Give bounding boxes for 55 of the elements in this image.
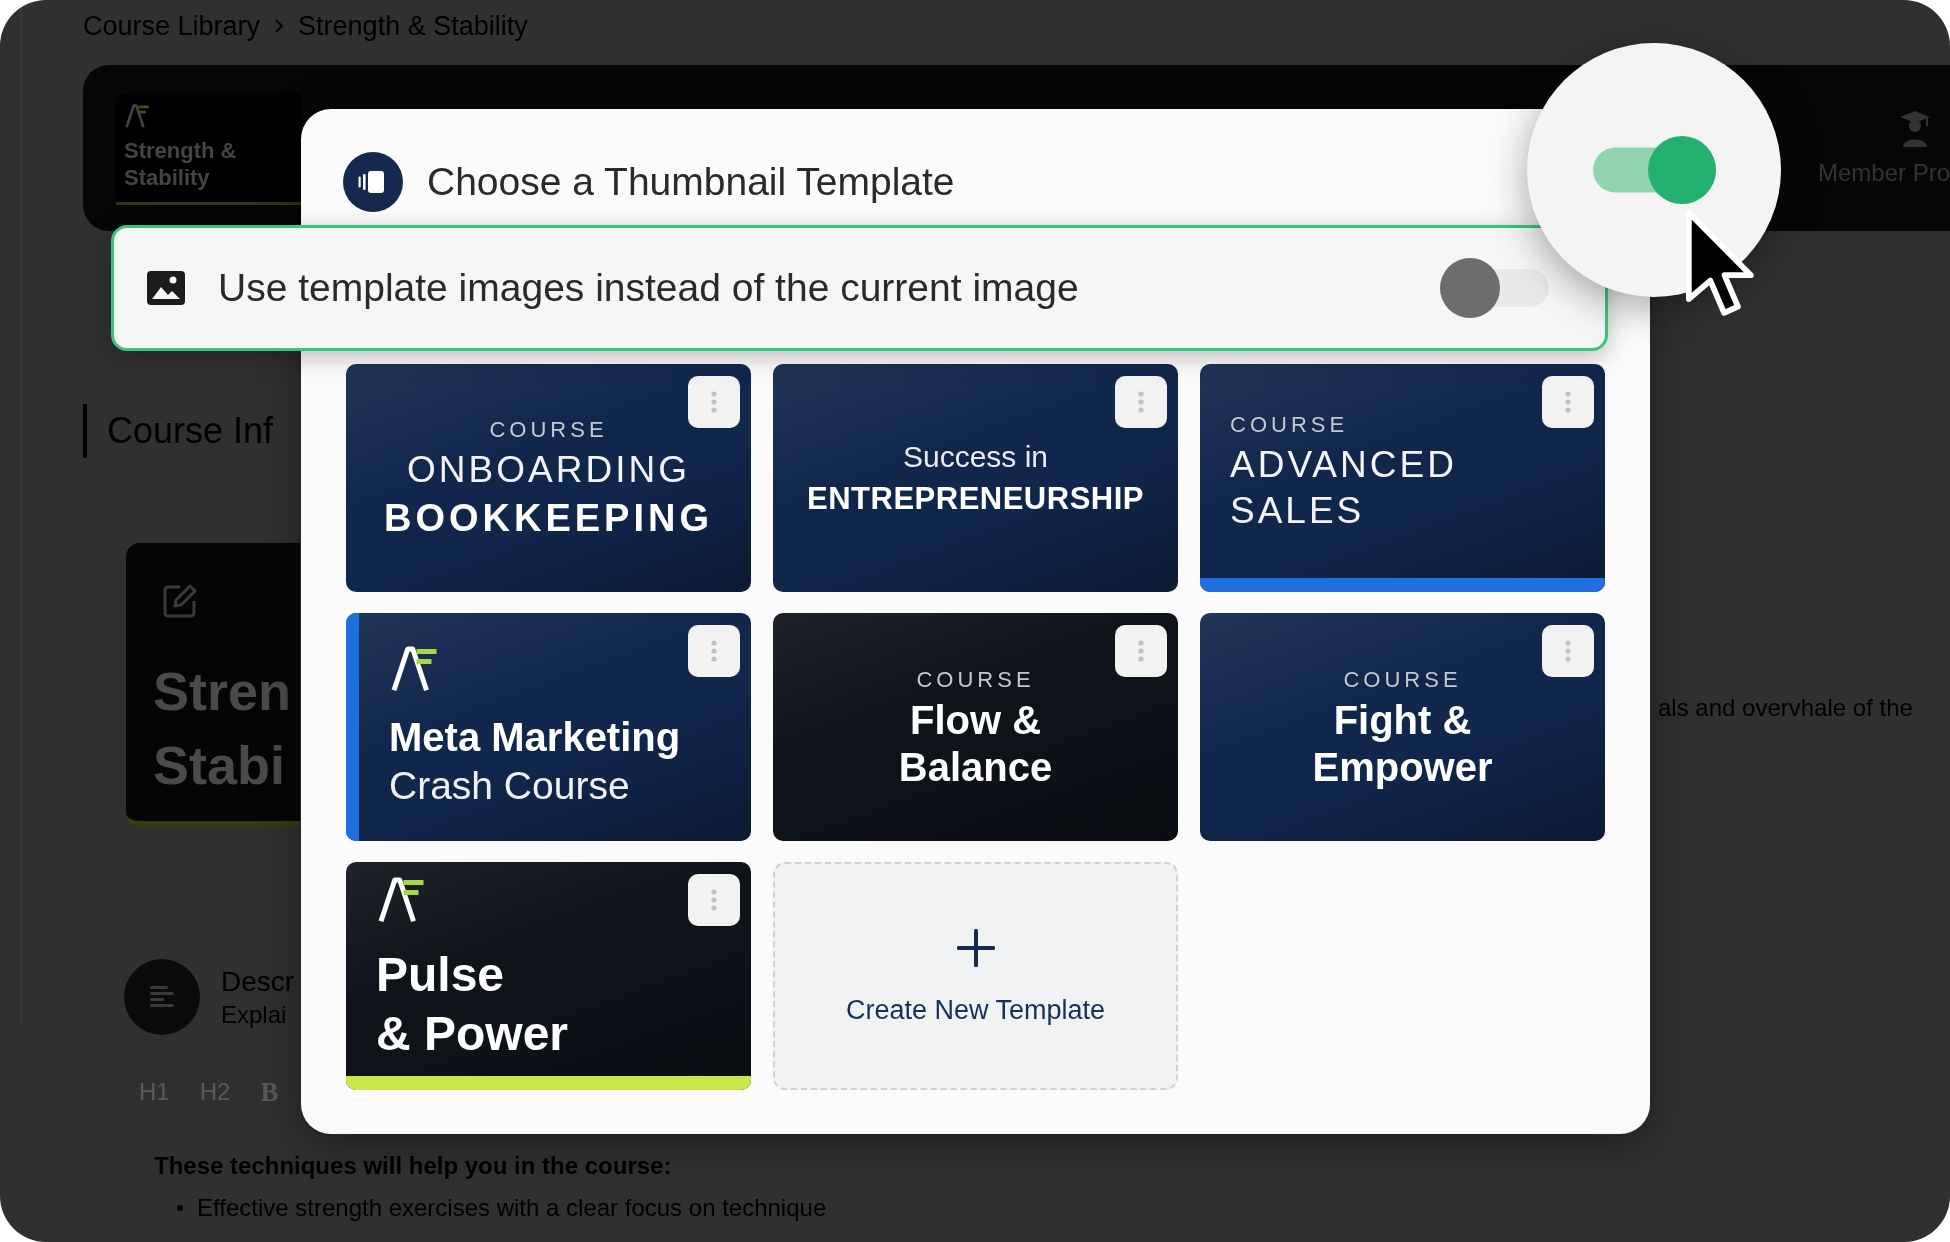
create-template-button[interactable]: Create New Template [773, 862, 1178, 1090]
template-title: BOOKKEEPING [383, 496, 713, 541]
template-card[interactable]: COURSE Fight & Empower [1200, 613, 1605, 841]
template-title: SALES [1230, 489, 1365, 533]
template-card[interactable]: Pulse & Power [346, 862, 751, 1090]
template-eyebrow: COURSE [916, 666, 1035, 694]
more-button[interactable] [1115, 376, 1167, 428]
template-title: Balance [898, 744, 1053, 791]
bullet-icon [177, 1205, 183, 1211]
logo-icon [124, 103, 150, 129]
template-title: ONBOARDING [407, 448, 690, 492]
more-icon [1138, 640, 1144, 662]
template-title: & Power [376, 1006, 569, 1062]
more-button[interactable] [688, 874, 740, 926]
template-title: Empower [1312, 744, 1493, 791]
template-card[interactable]: COURSE Flow & Balance [773, 613, 1178, 841]
text-lines-icon [124, 959, 200, 1035]
more-icon [1565, 640, 1571, 662]
template-card[interactable]: Meta Marketing Crash Course [346, 613, 751, 841]
template-title: Pulse [376, 947, 505, 1003]
template-eyebrow: COURSE [489, 416, 608, 444]
image-icon [146, 268, 186, 308]
more-icon [711, 889, 717, 911]
more-button[interactable] [688, 625, 740, 677]
template-title: Flow & [909, 697, 1042, 744]
template-card[interactable]: COURSE ONBOARDING BOOKKEEPING [346, 364, 751, 592]
template-title: ADVANCED [1230, 443, 1457, 487]
more-button[interactable] [1542, 625, 1594, 677]
thumbnail-title: Stabi [153, 734, 286, 797]
template-title: Fight & [1333, 697, 1472, 744]
thumbnail-title: Stren [153, 660, 292, 723]
more-button[interactable] [1542, 376, 1594, 428]
chevron-right-icon [274, 18, 285, 34]
template-card[interactable]: COURSE ADVANCED SALES [1200, 364, 1605, 592]
more-icon [1138, 391, 1144, 413]
course-card-title: Strength & Stability [124, 137, 238, 191]
template-eyebrow: COURSE [1230, 411, 1349, 439]
template-title: Crash Course [389, 763, 630, 809]
template-eyebrow: COURSE [1343, 666, 1462, 694]
plus-icon [954, 926, 997, 969]
toggle-switch[interactable] [1592, 136, 1716, 204]
more-icon [1565, 391, 1571, 413]
template-title: ENTREPRENEURSHIP [807, 480, 1144, 518]
template-card[interactable]: Success in ENTREPRENEURSHIP [773, 364, 1178, 592]
more-button[interactable] [688, 376, 740, 428]
graduate-icon [1898, 109, 1932, 149]
template-title: Meta Marketing [389, 714, 681, 761]
stack-icon [343, 152, 403, 212]
toggle-switch[interactable] [1440, 258, 1549, 318]
more-button[interactable] [1115, 625, 1167, 677]
more-icon [711, 391, 717, 413]
template-title: Success in [902, 439, 1049, 475]
more-icon [711, 640, 717, 662]
modal-title: Choose a Thumbnail Template [427, 160, 955, 204]
setting-label: Use template images instead of the current image [218, 266, 1079, 310]
